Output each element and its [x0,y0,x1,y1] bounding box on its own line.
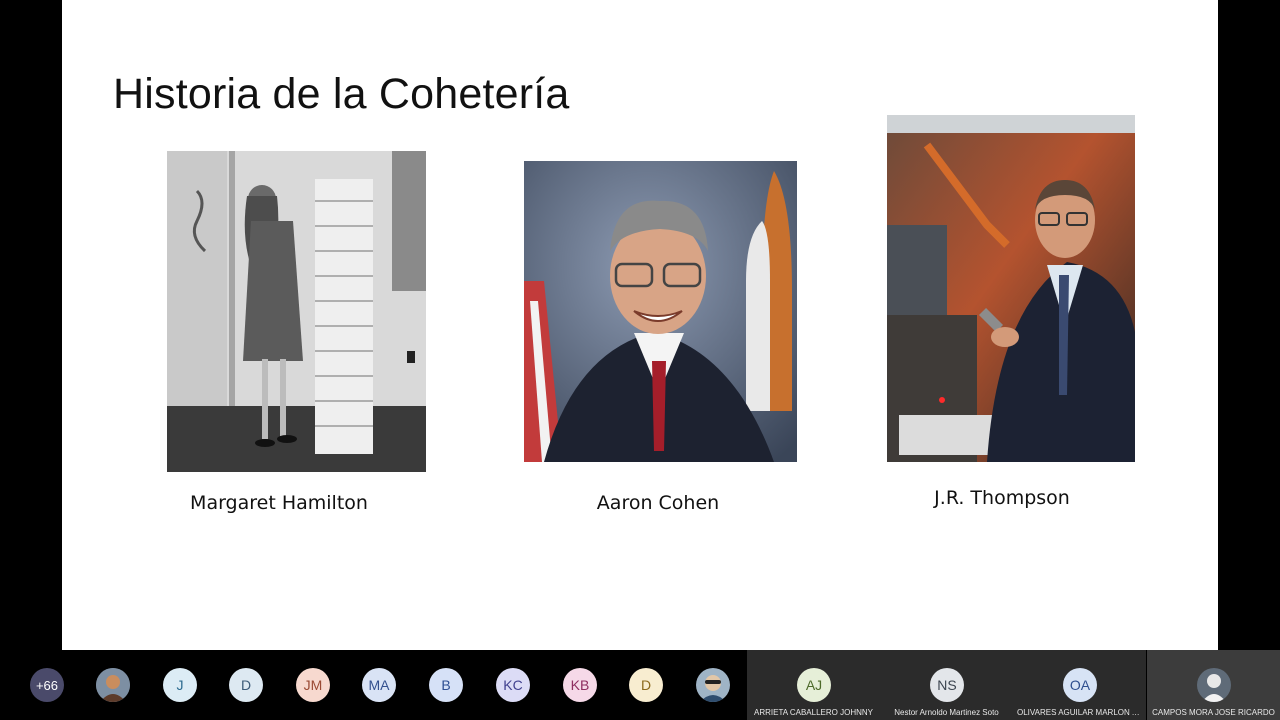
participants-bar: +66 J D JM MA B KC KB D AJ ARRIETA CABAL… [0,650,1280,720]
caption-margaret-hamilton: Margaret Hamilton [190,492,368,514]
participant-tile[interactable]: CAMPOS MORA JOSE RICARDO [1147,650,1280,720]
participant-name: OLIVARES AGUILAR MARLON AND... [1017,708,1142,717]
participant-name: ARRIETA CABALLERO JOHNNY [754,708,873,717]
avatar-initials: AJ [805,677,823,693]
participant-name: Nestor Arnoldo Martinez Soto [894,708,999,717]
participant-tile[interactable]: AJ ARRIETA CABALLERO JOHNNY [747,650,880,720]
avatar-initials: KB [570,677,590,693]
participant-tile[interactable]: OA OLIVARES AGUILAR MARLON AND... [1013,650,1146,720]
participant-photo-avatar[interactable] [96,668,130,702]
slide-title: Historia de la Cohetería [113,70,570,118]
participant-avatar: OA [1063,668,1097,702]
participant-name: CAMPOS MORA JOSE RICARDO [1152,708,1275,717]
avatar-initials: D [240,677,252,693]
avatar-initials: B [441,677,451,693]
avatar-initials: JM [303,677,323,693]
participant-avatar[interactable]: D [229,668,263,702]
participant-avatar[interactable]: KB [563,668,597,702]
participant-avatar: AJ [797,668,831,702]
participant-photo-avatar[interactable] [696,668,730,702]
photo-jr-thompson [887,115,1135,462]
participant-avatar[interactable]: JM [296,668,330,702]
participant-avatar[interactable]: B [429,668,463,702]
participant-avatar[interactable]: D [629,668,663,702]
shared-slide: Historia de la Cohetería Margaret Hamilt… [62,0,1218,650]
photo-aaron-cohen [524,161,797,462]
participant-photo-avatar [1197,668,1231,702]
avatar-initials: KC [503,677,523,693]
avatar-initials: MA [368,677,390,693]
participant-tile[interactable]: NS Nestor Arnoldo Martinez Soto [880,650,1013,720]
caption-aaron-cohen: Aaron Cohen [596,492,720,514]
participant-avatar-strip: +66 J D JM MA B KC KB D [0,650,746,720]
participant-avatar[interactable]: J [163,668,197,702]
caption-jr-thompson: J.R. Thompson [934,487,1070,509]
participant-avatar[interactable]: MA [362,668,396,702]
avatar-initials: J [176,677,184,693]
more-participants-count: +66 [35,677,59,693]
more-participants-button[interactable]: +66 [30,668,64,702]
participant-avatar[interactable]: KC [496,668,530,702]
photo-margaret-hamilton [167,151,426,472]
avatar-initials: OA [1069,677,1091,693]
avatar-initials: NS [937,677,957,693]
participant-avatar: NS [930,668,964,702]
avatar-initials: D [640,677,652,693]
